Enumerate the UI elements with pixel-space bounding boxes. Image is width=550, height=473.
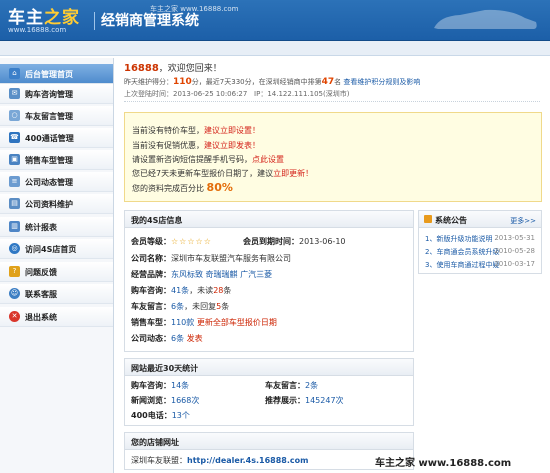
sidebar-item-label: 购车咨询管理: [25, 90, 73, 99]
welcome-heading: 16888，欢迎您回来！: [124, 63, 222, 74]
sidebar-item-label: 后台管理首页: [25, 70, 73, 79]
announcement-item[interactable]: 1、新版升级功能说明 2013-05-31: [425, 234, 535, 244]
post-promotion-link[interactable]: 建议立即发表！: [204, 141, 260, 150]
sidebar-item-calls[interactable]: ☎ 400通话管理: [0, 128, 113, 148]
update-prices-link[interactable]: 立即更新！: [273, 169, 313, 178]
member-level-stars: ☆☆☆☆☆: [171, 237, 212, 246]
profile-completion: 80%: [206, 181, 233, 194]
sidebar-item-logout[interactable]: ✕ 退出系统: [0, 307, 113, 327]
sidebar-item-profile[interactable]: ▤ 公司资料维护: [0, 194, 113, 214]
phone-icon: ☎: [9, 132, 20, 143]
system-title: 经销商管理系统: [94, 12, 199, 30]
sidebar-item-visit-store[interactable]: ◎ 访问4S店首页: [0, 239, 113, 259]
stats-calls[interactable]: 13个: [172, 411, 190, 420]
help-icon: ?: [9, 266, 20, 277]
stats-panel: 网站最近30天统计 购车咨询：14条 车友留言：2条 新闻浏览：1668次 推荐…: [124, 358, 414, 426]
news-count-link[interactable]: 6条: [171, 334, 184, 343]
globe-icon: ◎: [9, 243, 20, 254]
chat-icon: ✉: [9, 88, 20, 99]
shop-url-panel: 您的店铺网址 深圳车友联盟：http://dealer.4s.16888.com: [124, 432, 414, 470]
panel-title: 系统公告: [435, 216, 467, 225]
sidebar-item-label: 退出系统: [25, 313, 57, 322]
sidebar-item-comments[interactable]: ○ 车友留言管理: [0, 106, 113, 126]
home-icon: ⌂: [9, 68, 20, 79]
sidebar-item-label: 400通话管理: [25, 134, 74, 143]
score-rules-link[interactable]: 查看维护积分规则及影响: [343, 78, 420, 86]
membership-expiry: 2013-06-10: [299, 237, 346, 246]
news-icon: ≡: [9, 176, 20, 187]
inquiry-unread[interactable]: 28: [213, 286, 223, 295]
sidebar-item-feedback[interactable]: ? 问题反馈: [0, 262, 113, 282]
shop-info-panel: 我的4S店信息 会员等级：☆☆☆☆☆ 会员到期时间：2013-06-10 公司名…: [124, 210, 414, 352]
announcement-icon: [424, 215, 432, 223]
sidebar-item-label: 公司资料维护: [25, 200, 73, 209]
header-strip: [0, 41, 550, 56]
models-count-link[interactable]: 110款: [171, 318, 194, 327]
yesterday-score: 110: [173, 77, 192, 87]
sidebar-item-models[interactable]: ▣ 销售车型管理: [0, 150, 113, 170]
report-icon: ▥: [9, 221, 20, 232]
update-all-prices-link[interactable]: 更新全部车型报价日期: [197, 318, 277, 327]
brands-list[interactable]: 东风标致 奇瑞瑞麒 广汽三菱: [171, 270, 272, 279]
shop-url-link[interactable]: http://dealer.4s.16888.com: [187, 456, 309, 465]
watermark-top: 车主之家 www.16888.com: [150, 5, 239, 13]
panel-title: 我的4S店信息: [131, 216, 183, 225]
announcement-item[interactable]: 3、使用车商通过程中疑 2010-03-17: [425, 260, 535, 270]
sidebar-item-news[interactable]: ≡ 公司动态管理: [0, 172, 113, 192]
sidebar-item-label: 销售车型管理: [25, 156, 73, 165]
app-header: 车主之家 www.16888.com 经销商管理系统 车主之家 www.1688…: [0, 0, 550, 41]
sidebar-item-label: 问题反馈: [25, 268, 57, 277]
document-icon: ▤: [9, 198, 20, 209]
car-silhouette-icon: [434, 9, 537, 29]
sidebar-item-label: 统计报表: [25, 223, 57, 232]
sidebar-item-support[interactable]: ☺ 联系客服: [0, 284, 113, 304]
stats-inquiry[interactable]: 14条: [171, 381, 189, 390]
sidebar-item-home[interactable]: ⌂ 后台管理首页: [0, 64, 113, 84]
announcement-item[interactable]: 2、车商通会员系统升级 2010-05-28: [425, 247, 535, 257]
stats-promo[interactable]: 145247次: [305, 396, 344, 405]
headset-icon: ☺: [9, 288, 20, 299]
user-id: 16888: [124, 63, 159, 74]
car-icon: ▣: [9, 154, 20, 165]
stats-views[interactable]: 1668次: [171, 396, 199, 405]
rank-value: 47: [321, 77, 335, 87]
sidebar-item-label: 联系客服: [25, 290, 57, 299]
panel-title: 网站最近30天统计: [131, 364, 199, 373]
announcements-panel: 系统公告 更多>> 1、新版升级功能说明 2013-05-31 2、车商通会员系统…: [418, 210, 542, 274]
sidebar: ⌂ 后台管理首页 ✉ 购车咨询管理 ○ 车友留言管理 ☎ 400通话管理 ▣ 销…: [0, 58, 114, 473]
stats-comments[interactable]: 2条: [305, 381, 318, 390]
inquiry-total-link[interactable]: 41条: [171, 286, 189, 295]
comments-total-link[interactable]: 6条: [171, 302, 184, 311]
sidebar-item-inquiries[interactable]: ✉ 购车咨询管理: [0, 84, 113, 104]
sidebar-item-reports[interactable]: ▥ 统计报表: [0, 217, 113, 237]
logo-url: www.16888.com: [8, 26, 67, 34]
notice-box: 当前没有特价车型，建议立即设置！ 当前没有促销优惠，建议立即发表！ 请设置新咨询…: [124, 112, 542, 202]
sidebar-item-label: 车友留言管理: [25, 112, 73, 121]
company-name: 深圳市车友联盟汽车服务有限公司: [171, 254, 291, 263]
divider: [124, 101, 540, 102]
set-sms-phone-link[interactable]: 点此设置: [252, 155, 284, 164]
sidebar-item-label: 访问4S店首页: [25, 245, 77, 254]
message-icon: ○: [9, 110, 20, 121]
watermark-bottom: 车主之家 www.16888.com: [375, 458, 512, 469]
sidebar-item-label: 公司动态管理: [25, 178, 73, 187]
more-link[interactable]: 更多>>: [510, 216, 536, 226]
last-login-info: 上次登陆时间：2013-06-25 10:06:27 IP：14.122.111…: [124, 90, 350, 98]
exit-icon: ✕: [9, 311, 20, 322]
post-news-link[interactable]: 发表: [187, 334, 203, 343]
site-logo[interactable]: 车主之家: [8, 3, 80, 28]
set-special-offer-link[interactable]: 建议立即设置！: [204, 126, 260, 135]
score-summary: 昨天维护得分：110分，最近7天330分，在深圳经销商中排第47名 查看维护积分…: [124, 77, 421, 87]
panel-title: 您的店铺网址: [131, 438, 179, 447]
